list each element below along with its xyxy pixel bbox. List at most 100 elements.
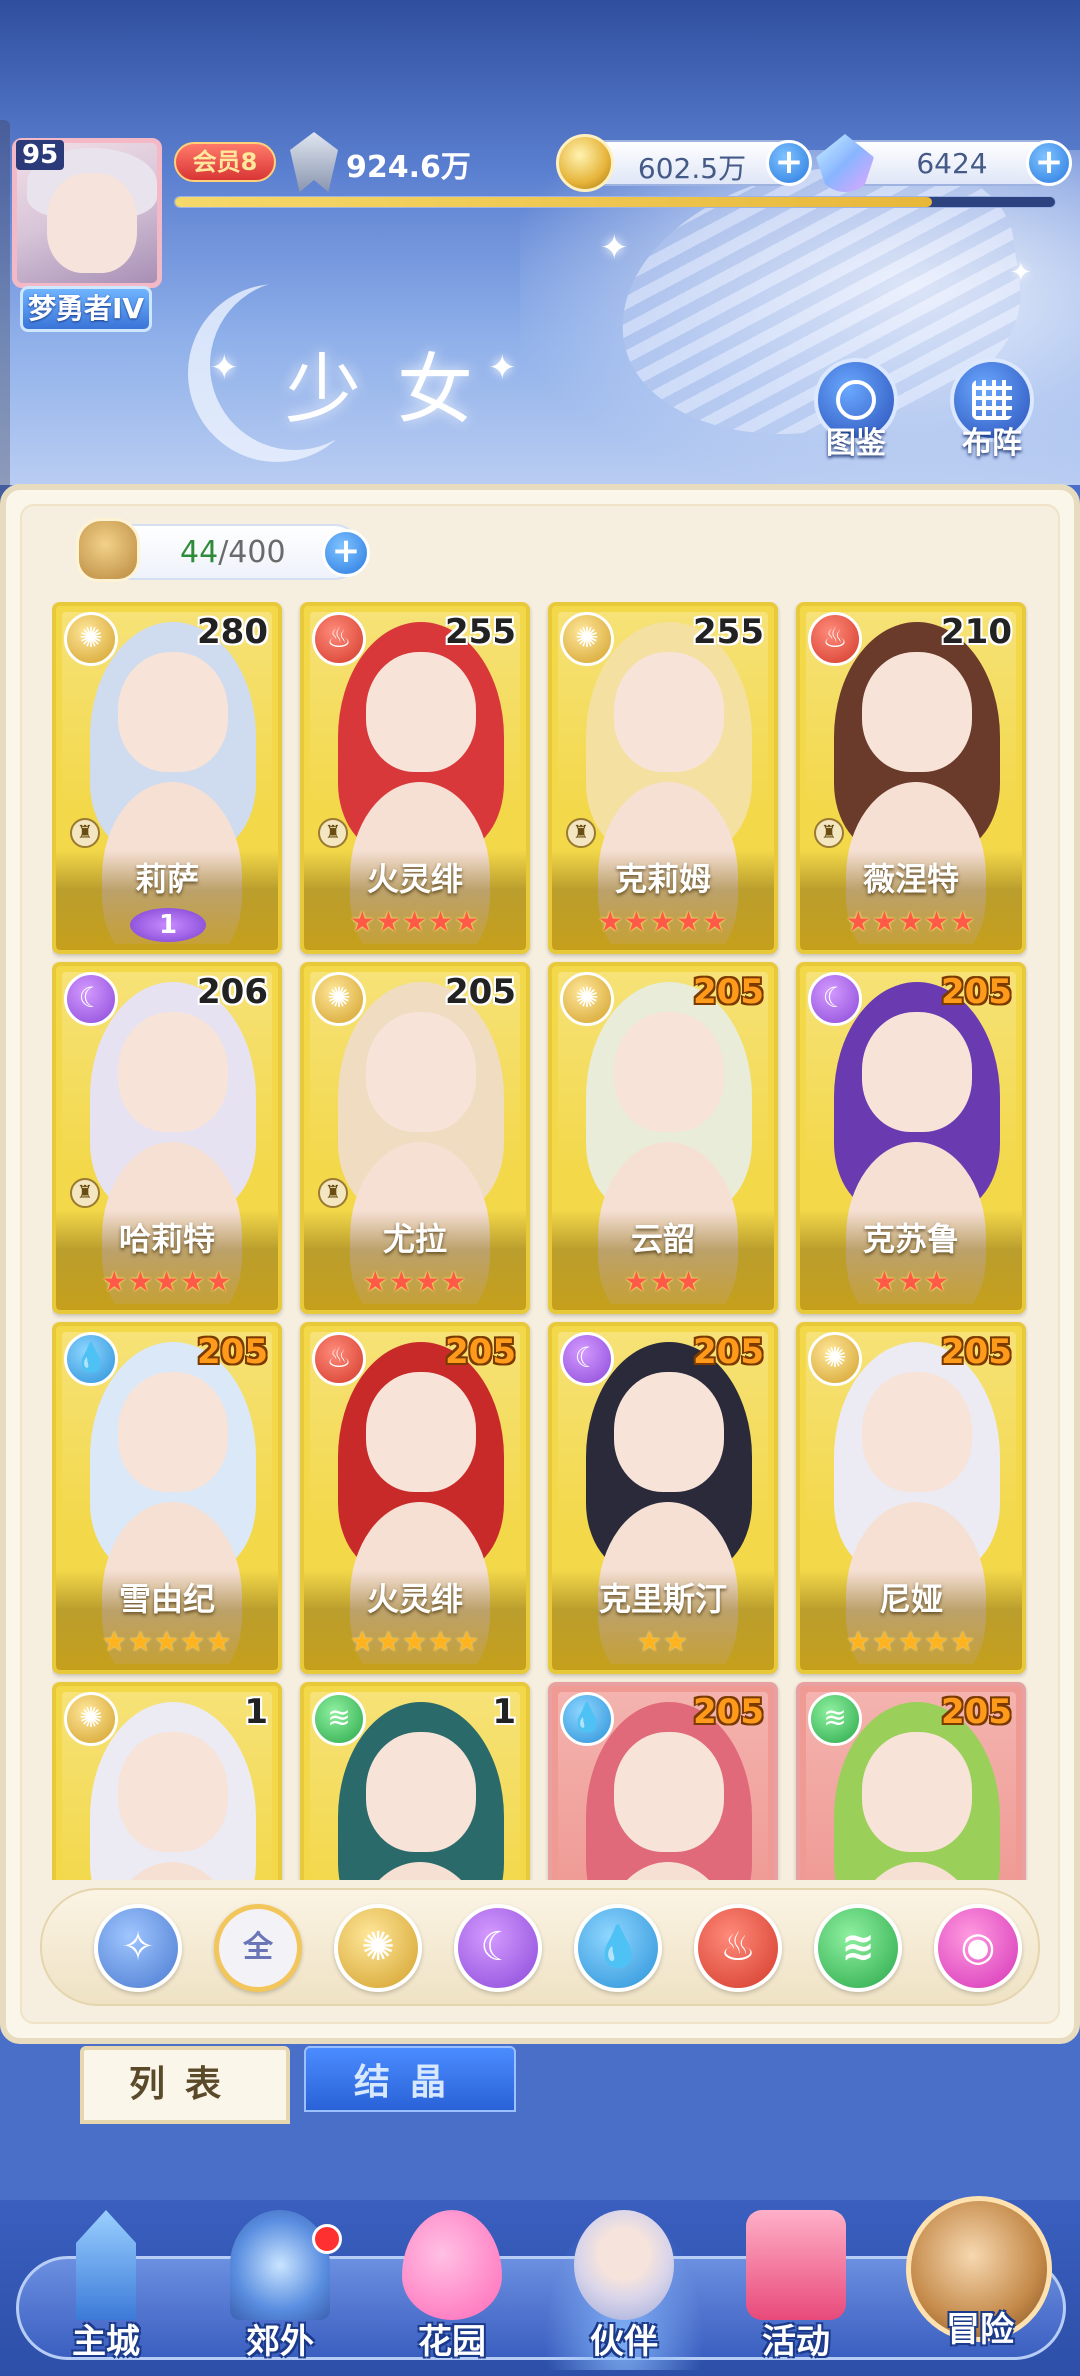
filter-star-compass-icon[interactable]: ✧ xyxy=(94,1904,182,1992)
character-card[interactable]: ✺ 280 ♜ 莉萨 1 xyxy=(52,602,282,954)
character-face xyxy=(862,1732,972,1852)
nav-adventure-label: 冒险 xyxy=(946,2310,1014,2350)
roster-count: 44 xyxy=(180,535,219,570)
player-level: 95 xyxy=(16,140,65,170)
tab-crystal[interactable]: 结晶 xyxy=(304,2046,516,2112)
sparkle-icon: ✦ xyxy=(210,348,239,388)
character-grid: ✺ 280 ♜ 莉萨 1 ♨ 255 ♜ 火灵绯 ★★★★★ ✺ 255 ♜ 克… xyxy=(52,602,1028,1880)
filter-fire-icon[interactable]: ♨ xyxy=(694,1904,782,1992)
nav-events[interactable]: 活动 xyxy=(716,2210,876,2370)
role-icon: ♜ xyxy=(814,818,844,848)
character-card[interactable]: ♨ 255 ♜ 火灵绯 ★★★★★ xyxy=(300,602,530,954)
character-level: 205 xyxy=(941,972,1012,1012)
water-element-icon: 💧 xyxy=(560,1692,614,1746)
character-card[interactable]: 💧 205 xyxy=(548,1682,778,1880)
experience-bar xyxy=(174,196,1056,208)
add-coins-button[interactable]: + xyxy=(766,140,812,186)
notification-dot xyxy=(312,2224,342,2254)
character-card[interactable]: ✺ 1 xyxy=(52,1682,282,1880)
gift-box-icon xyxy=(746,2210,846,2320)
character-level: 205 xyxy=(941,1332,1012,1372)
character-card[interactable]: ✺ 255 ♜ 克莉姆 ★★★★★ xyxy=(548,602,778,954)
character-face xyxy=(614,652,724,772)
character-card[interactable]: ✺ 205 尼娅 ★★★★★ xyxy=(796,1322,1026,1674)
character-name: 雪由纪 xyxy=(118,1580,215,1618)
gem-counter: 6424 + xyxy=(816,134,1072,192)
nav-suburbs-label: 郊外 xyxy=(246,2322,314,2362)
filter-moon-icon[interactable]: ☾ xyxy=(454,1904,542,1992)
character-card[interactable]: ≋ 205 xyxy=(796,1682,1026,1880)
character-card[interactable]: ☾ 205 克里斯汀 ★★ xyxy=(548,1322,778,1674)
star-rating: ★★★★★ xyxy=(349,1625,481,1658)
player-avatar[interactable]: 95 梦勇者IV xyxy=(8,128,168,338)
nav-events-label: 活动 xyxy=(762,2322,830,2362)
sparkle-icon: ✦ xyxy=(600,228,629,268)
expand-capacity-button[interactable]: + xyxy=(322,529,370,577)
character-level: 1 xyxy=(244,1692,268,1732)
character-face xyxy=(366,1732,476,1852)
star-rating: ★★★★★ xyxy=(101,1265,233,1298)
filter-sun-icon[interactable]: ✺ xyxy=(334,1904,422,1992)
wind-element-icon: ≋ xyxy=(808,1692,862,1746)
character-card[interactable]: 💧 205 雪由纪 ★★★★★ xyxy=(52,1322,282,1674)
character-card[interactable]: ♨ 210 ♜ 薇涅特 ★★★★★ xyxy=(796,602,1026,954)
filter-planet-icon[interactable]: ◉ xyxy=(934,1904,1022,1992)
character-face xyxy=(862,1012,972,1132)
roster-capacity: 44/400 + xyxy=(76,518,370,582)
moon-element-icon: ☾ xyxy=(64,972,118,1026)
nav-adventure[interactable]: 冒险 xyxy=(900,2196,1060,2366)
character-level: 210 xyxy=(941,612,1012,652)
player-title-badge: 梦勇者IV xyxy=(20,286,152,332)
light-element-icon: ✺ xyxy=(808,1332,862,1386)
character-level: 255 xyxy=(693,612,764,652)
character-name: 云韶 xyxy=(630,1220,695,1258)
tab-list[interactable]: 列表 xyxy=(80,2046,290,2124)
filter-water-drop-icon[interactable]: 💧 xyxy=(574,1904,662,1992)
character-face xyxy=(862,652,972,772)
character-card[interactable]: ♨ 205 火灵绯 ★★★★★ xyxy=(300,1322,530,1674)
character-name: 克莉姆 xyxy=(614,860,711,898)
page-title: 少女 xyxy=(285,345,509,434)
character-name: 尤拉 xyxy=(382,1220,447,1258)
vip-badge[interactable]: 会员8 xyxy=(174,142,276,182)
gem-value: 6424 xyxy=(916,147,988,180)
character-card[interactable]: ≋ 1 xyxy=(300,1682,530,1880)
nav-garden[interactable]: 花园 xyxy=(372,2210,532,2370)
character-level: 205 xyxy=(693,972,764,1012)
character-face xyxy=(118,652,228,772)
nav-partners-label: 伙伴 xyxy=(590,2322,658,2362)
partner-portrait-icon xyxy=(574,2210,674,2320)
fire-element-icon: ♨ xyxy=(312,1332,366,1386)
character-level: 205 xyxy=(941,1692,1012,1732)
codex-label: 图鉴 xyxy=(826,426,886,461)
star-rating: ★★★★★ xyxy=(845,905,977,938)
light-element-icon: ✺ xyxy=(64,1692,118,1746)
heart-icon xyxy=(402,2210,502,2320)
character-card[interactable]: ☾ 206 ♜ 哈莉特 ★★★★★ xyxy=(52,962,282,1314)
book-icon xyxy=(836,380,876,420)
combat-power-icon xyxy=(290,132,338,192)
avatar-face xyxy=(47,173,137,273)
star-rating: ★★★★ xyxy=(362,1265,468,1298)
crystal-gem-icon xyxy=(816,134,874,192)
star-rating: ★★★★★ xyxy=(349,905,481,938)
nav-main-city[interactable]: 主城 xyxy=(26,2210,186,2370)
character-card[interactable]: ☾ 205 克苏鲁 ★★★ xyxy=(796,962,1026,1314)
filter-wind-icon[interactable]: ≋ xyxy=(814,1904,902,1992)
character-name: 尼娅 xyxy=(878,1580,943,1618)
character-level: 280 xyxy=(197,612,268,652)
nav-partners[interactable]: 伙伴 xyxy=(544,2210,704,2370)
character-face xyxy=(366,652,476,772)
nav-suburbs[interactable]: 郊外 xyxy=(200,2210,360,2370)
character-name: 薇涅特 xyxy=(862,860,959,898)
light-element-icon: ✺ xyxy=(312,972,366,1026)
add-gems-button[interactable]: + xyxy=(1026,140,1072,186)
character-card[interactable]: ✺ 205 ♜ 尤拉 ★★★★ xyxy=(300,962,530,1314)
character-card[interactable]: ✺ 205 云韶 ★★★ xyxy=(548,962,778,1314)
character-level: 206 xyxy=(197,972,268,1012)
role-icon: ♜ xyxy=(318,1178,348,1208)
character-face xyxy=(614,1012,724,1132)
filter-all-icon[interactable]: 全 xyxy=(214,1904,302,1992)
character-level: 205 xyxy=(445,972,516,1012)
role-icon: ♜ xyxy=(566,818,596,848)
